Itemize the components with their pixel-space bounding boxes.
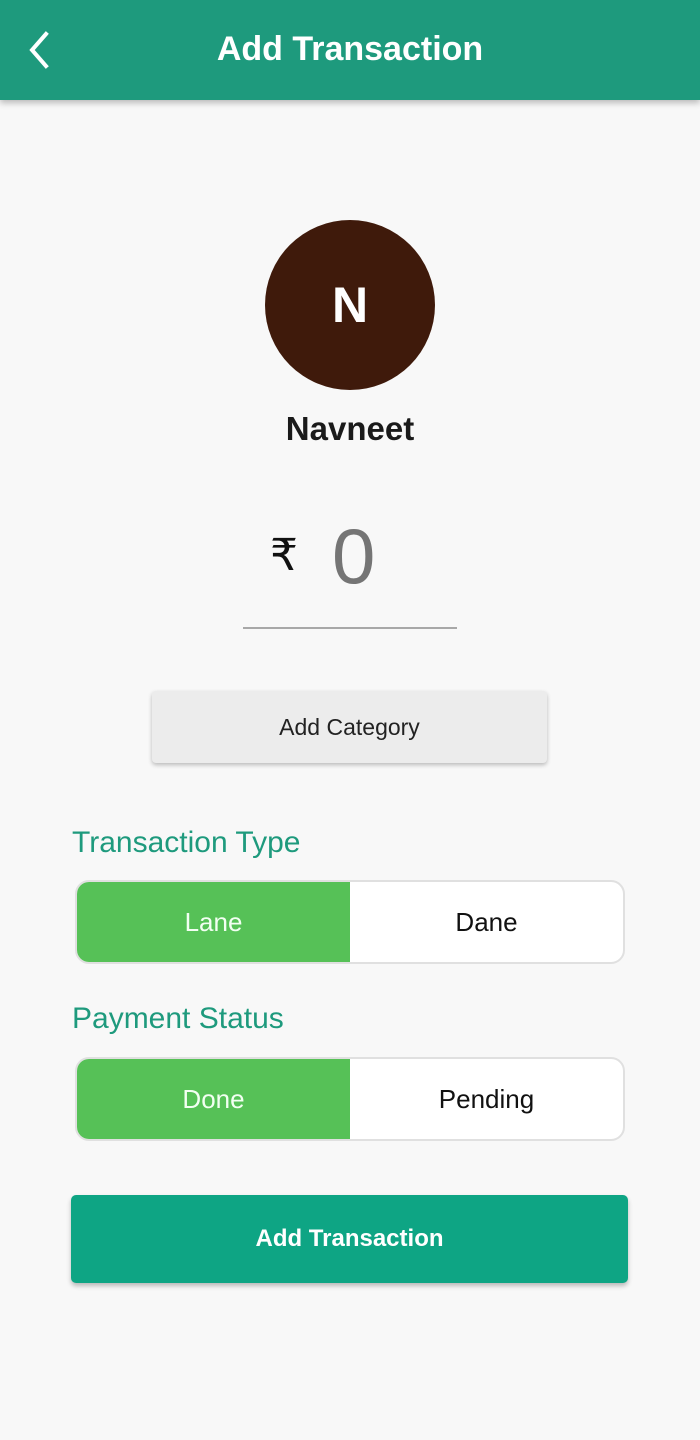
option-done[interactable]: Done [77,1059,350,1139]
option-pending[interactable]: Pending [350,1059,623,1139]
option-dane[interactable]: Dane [350,882,623,962]
avatar: N [265,220,435,390]
transaction-type-toggle: Lane Dane [75,880,625,964]
add-category-button[interactable]: Add Category [152,691,547,763]
amount-underline [243,627,457,629]
option-lane[interactable]: Lane [77,882,350,962]
transaction-type-label: Transaction Type [72,826,301,859]
app-bar: Add Transaction [0,0,700,100]
add-transaction-button[interactable]: Add Transaction [71,1195,628,1283]
avatar-initial: N [331,277,369,333]
page-title: Add Transaction [216,30,484,68]
amount-input[interactable] [330,510,454,603]
contact-name: Navneet [285,410,415,447]
payment-status-label: Payment Status [72,1002,284,1035]
payment-status-toggle: Done Pending [75,1057,625,1141]
rupee-icon: ₹ [270,530,298,581]
